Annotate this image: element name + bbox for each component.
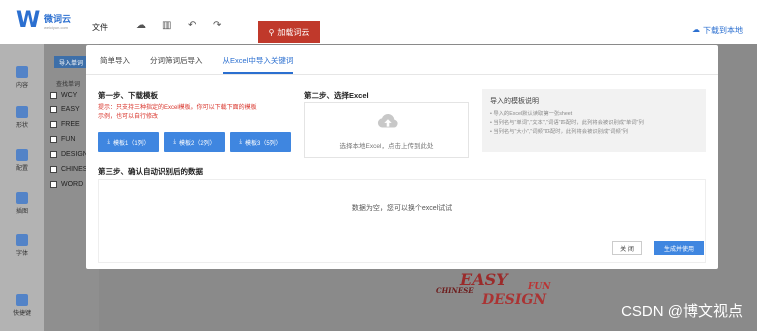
word-text: WCY [61,92,78,99]
generate-and-use-button[interactable]: 生成并使用 [654,241,704,255]
checkbox[interactable] [50,92,57,99]
word-text: FUN [61,136,76,143]
sidebar-item-shape[interactable]: 形状 [0,106,44,129]
illustration-icon [16,192,28,204]
sidebar-item-font[interactable]: 字体 [0,234,44,257]
step1-hint: 提示：只支持三种指定的Excel模板。你可以下载下面的模板示例，也可以自行修改 [98,105,257,120]
template-label: 模板3（5列） [244,140,282,147]
search-word-label: 查找单词 [56,82,81,88]
sidebar-item-label: 内容 [15,83,28,89]
menu-file[interactable]: 文件 [92,22,108,33]
list-item[interactable]: WORD [50,181,83,188]
excel-upload-dropzone[interactable]: 选择本地Excel，点击上传到此处 [304,102,469,158]
instruction-line: • 当列名与"单词","文本","词语"匹配时，此列将会被识别成"单词"列 [490,120,644,126]
shape-icon [16,106,28,118]
step1-title: 第一步、下载模板 [98,91,158,100]
download-template3-button[interactable]: ⤓ 模板3（5列） [230,132,291,152]
tabs-divider [86,74,718,75]
sidebar-item-shortcut[interactable]: 快捷键 [0,294,44,317]
search-icon: ⚲ [268,27,275,37]
download-icon: ⤓ [107,138,110,145]
word-text: WORD [61,181,84,188]
checkbox[interactable] [50,151,57,158]
excel-import-dialog: 简单导入 分词筛词后导入 从Excel中导入关键词 第一步、下载模板 提示：只支… [86,45,718,269]
sidebar-item-label: 配置 [15,166,28,172]
logo-mark: W [16,8,41,33]
word-text: EASY [61,106,80,113]
download-local-label: 下载到本地 [703,26,743,35]
step3-title: 第三步、确认自动识别后的数据 [98,167,203,176]
sidebar-item-illustration[interactable]: 插图 [0,192,44,215]
undo-icon[interactable]: ↶ [188,20,196,31]
content-icon [16,66,28,78]
checkbox[interactable] [50,106,57,113]
template-label: 模板2（2列） [178,140,216,147]
download-template1-button[interactable]: ⤓ 模板1（1列） [98,132,159,152]
step2-title: 第二步、选择Excel [304,91,369,100]
sidebar-item-label: 插图 [15,209,28,215]
top-toolbar: W 微词云 weiciyun.com 文件 ☁ ▥ ↶ ↷ ⚲ 加载词云 ☁ 下… [0,0,757,44]
sidebar-item-label: 字体 [15,251,28,257]
tab-simple-import[interactable]: 简单导入 [100,55,130,74]
logo-name: 微词云 [44,14,72,24]
wordcloud-preview-image: EASY DESIGN CHINESE FUN [436,270,551,308]
cloud-icon[interactable]: ☁ [136,20,146,31]
download-icon: ⤓ [173,138,176,145]
load-wordcloud-label: 加载词云 [277,27,310,37]
sidebar-item-config[interactable]: 配置 [0,149,44,172]
sidebar-item-content[interactable]: 内容 [0,66,44,89]
word-text: DESIGN [61,151,88,158]
checkbox[interactable] [50,121,57,128]
cloud-download-icon: ☁ [692,25,700,34]
cloud-upload-icon [377,113,398,128]
download-local-button[interactable]: ☁ 下载到本地 [692,25,743,36]
sidebar-item-label: 快捷键 [12,311,31,317]
instruction-line: • 当列名与"大小","词频"匹配时，此列将会被识别成"词频"列 [490,129,628,135]
template-label: 模板1（1列） [112,140,150,147]
download-icon: ⤓ [239,138,242,145]
close-button[interactable]: 关 闭 [612,241,642,255]
app-logo[interactable]: W 微词云 weiciyun.com [16,10,71,32]
bar-chart-icon[interactable]: ▥ [162,20,171,31]
checkbox[interactable] [50,181,57,188]
list-item[interactable]: DESIGN [50,151,88,158]
import-word-button[interactable]: 导入单词 [54,56,88,68]
dialog-tabs: 简单导入 分词筛词后导入 从Excel中导入关键词 [100,55,294,74]
font-icon [16,234,28,246]
list-item[interactable]: WCY [50,92,77,99]
config-icon [16,149,28,161]
upload-hint: 选择本地Excel，点击上传到此处 [339,143,434,150]
sidebar-item-label: 形状 [15,123,28,129]
tab-excel-import[interactable]: 从Excel中导入关键词 [222,55,294,74]
download-template2-button[interactable]: ⤓ 模板2（2列） [164,132,225,152]
list-item[interactable]: FREE [50,121,80,128]
logo-subtitle: weiciyun.com [44,25,69,30]
list-item[interactable]: FUN [50,136,75,143]
watermark: CSDN @博文视点 [621,303,743,320]
tab-segment-import[interactable]: 分词筛词后导入 [150,55,203,74]
template-instructions: 导入的模板说明 • 导入的Excel默认读取第一张sheet • 当列名与"单词… [482,89,706,152]
redo-icon[interactable]: ↷ [213,20,221,31]
empty-data-message: 数据为空，您可以换个excel试试 [351,205,453,212]
word-text: FREE [61,121,80,128]
instructions-title: 导入的模板说明 [490,98,539,105]
checkbox[interactable] [50,166,57,173]
load-wordcloud-button[interactable]: ⚲ 加载词云 [258,21,320,43]
instruction-line: • 导入的Excel默认读取第一张sheet [490,111,573,117]
shortcut-icon [16,294,28,306]
checkbox[interactable] [50,136,57,143]
list-item[interactable]: EASY [50,106,80,113]
left-sidebar: 内容 形状 配置 插图 字体 快捷键 [0,44,44,331]
